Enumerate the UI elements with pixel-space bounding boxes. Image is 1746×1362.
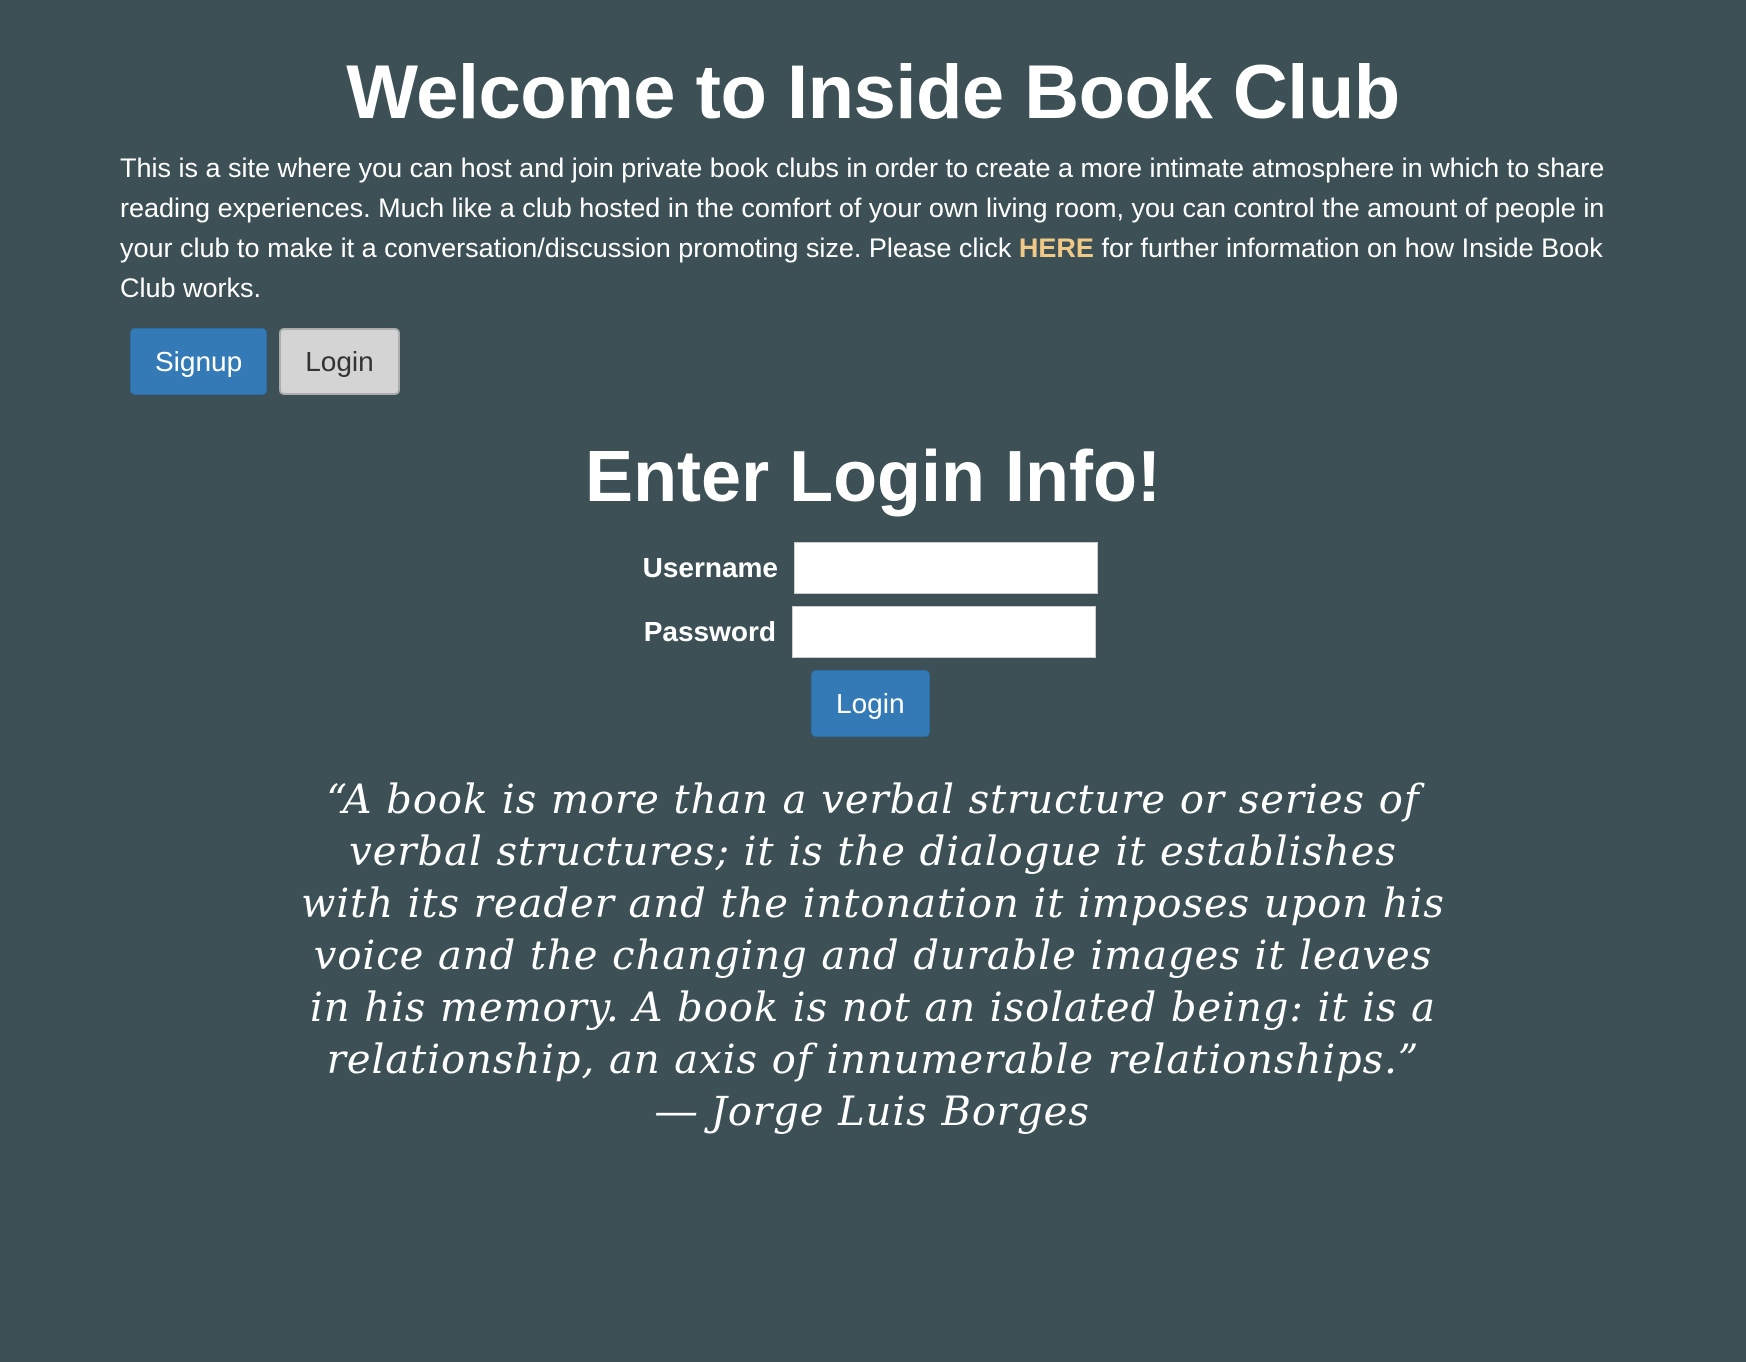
username-label: Username xyxy=(642,552,778,583)
borges-quote: “A book is more than a verbal structure … xyxy=(301,777,1445,1135)
username-row: Username xyxy=(628,542,1098,594)
username-input[interactable] xyxy=(794,542,1098,594)
login-tab-button[interactable]: Login xyxy=(279,328,400,395)
submit-wrap: Login xyxy=(811,670,930,737)
page: Welcome to Inside Book Club This is a si… xyxy=(0,0,1746,1362)
info-link[interactable]: HERE xyxy=(1019,233,1094,263)
password-label: Password xyxy=(643,616,776,647)
password-row: Password xyxy=(626,606,1096,658)
login-heading: Enter Login Info! xyxy=(585,437,1161,517)
page-title: Welcome to Inside Book Club xyxy=(346,50,1400,135)
password-input[interactable] xyxy=(792,606,1096,658)
intro-paragraph: This is a site where you can host and jo… xyxy=(120,148,1640,308)
login-submit-button[interactable]: Login xyxy=(811,670,930,737)
auth-toggle-buttons: Signup Login xyxy=(130,328,400,395)
signup-button[interactable]: Signup xyxy=(130,328,268,395)
